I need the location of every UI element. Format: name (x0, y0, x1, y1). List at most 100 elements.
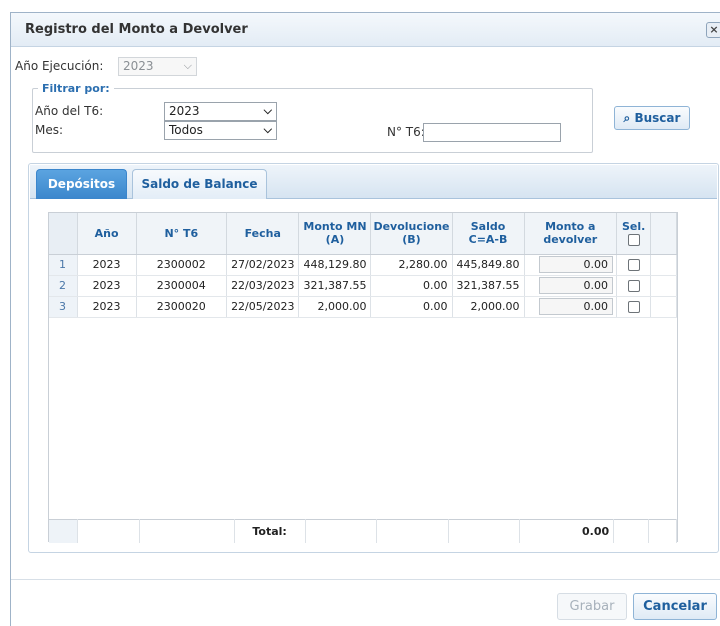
sel-title: Sel. (621, 220, 646, 234)
cell-nro-t6: 2300020 (136, 296, 228, 318)
total-value: 0.00 (519, 519, 615, 543)
row-number: 1 (49, 254, 78, 276)
summary-saldo (448, 519, 521, 543)
table-row[interactable]: 2 2023 2300004 22/03/2023 321,387.55 0.0… (49, 275, 677, 297)
cell-monto-mn: 448,129.80 (298, 254, 372, 276)
nro-t6-label: N° T6: (387, 125, 425, 139)
cell-anio: 2023 (77, 254, 137, 276)
summary-rownum (49, 519, 79, 543)
chevron-down-icon: ⌵ (263, 104, 272, 117)
col-monto-devolver-header[interactable]: Monto a devolver (524, 213, 618, 255)
cell-monto-devolver: 0.00 (524, 275, 618, 297)
select-all-checkbox[interactable] (627, 234, 640, 247)
devoluciones-sub: (B) (402, 233, 421, 247)
monto-mn-sub: (A) (325, 233, 345, 247)
cell-devoluciones: 0.00 (370, 296, 453, 318)
rownum-header (49, 213, 78, 255)
buscar-button[interactable]: ⌕ Buscar (614, 106, 690, 130)
anio-t6-select[interactable]: 2023 ⌵ (164, 102, 277, 121)
table-row[interactable]: 1 2023 2300002 27/02/2023 448,129.80 2,2… (49, 254, 677, 276)
anio-ejecucion-select: 2023 ⌵ (118, 57, 197, 76)
cell-sel (616, 254, 652, 276)
col-filler-header (650, 213, 677, 255)
mes-label: Mes: (35, 123, 64, 137)
mes-select[interactable]: Todos ⌵ (164, 121, 277, 140)
monto-devolver-input[interactable]: 0.00 (539, 277, 614, 294)
summary-nro-t6 (139, 519, 235, 543)
anio-ejecucion-value: 2023 (123, 59, 154, 73)
anio-t6-label: Año del T6: (35, 104, 104, 118)
summary-monto-mn (305, 519, 378, 543)
table-row[interactable]: 3 2023 2300020 22/05/2023 2,000.00 0.00 … (49, 296, 677, 318)
row-select-checkbox[interactable] (627, 280, 640, 292)
filter-group (32, 88, 593, 153)
cell-filler (650, 296, 677, 318)
monto-devolver-input[interactable]: 0.00 (539, 256, 614, 273)
row-select-checkbox[interactable] (627, 259, 640, 271)
row-number: 2 (49, 275, 78, 297)
cell-anio: 2023 (77, 275, 137, 297)
close-icon[interactable]: × (706, 22, 720, 38)
cell-filler (650, 254, 677, 276)
cell-nro-t6: 2300004 (136, 275, 228, 297)
monto-mn-title: Monto MN (303, 220, 367, 234)
col-anio-header[interactable]: Año (77, 213, 137, 255)
col-fecha-header[interactable]: Fecha (226, 213, 300, 255)
cell-saldo: 2,000.00 (452, 296, 525, 318)
cell-sel (616, 275, 652, 297)
cell-monto-mn: 321,387.55 (298, 275, 372, 297)
cell-fecha: 27/02/2023 (226, 254, 300, 276)
cell-sel (616, 296, 652, 318)
devoluciones-title: Devolucione (373, 220, 450, 234)
mes-value: Todos (169, 123, 203, 137)
summary-anio (77, 519, 141, 543)
grabar-button[interactable]: Grabar (557, 593, 627, 620)
tab-depositos[interactable]: Depósitos (36, 169, 127, 199)
cell-anio: 2023 (77, 296, 137, 318)
cell-devoluciones: 2,280.00 (370, 254, 453, 276)
cell-filler (650, 275, 677, 297)
nro-t6-input[interactable] (423, 123, 561, 142)
row-select-checkbox[interactable] (627, 301, 640, 313)
monto-devolver-sub: devolver (543, 233, 598, 247)
saldo-sub: C=A-B (468, 233, 508, 247)
anio-t6-value: 2023 (169, 104, 200, 118)
saldo-title: Saldo (470, 220, 506, 234)
cancelar-button[interactable]: Cancelar (633, 593, 717, 620)
cell-monto-mn: 2,000.00 (298, 296, 372, 318)
monto-devolver-title: Monto a (545, 220, 596, 234)
cell-saldo: 445,849.80 (452, 254, 525, 276)
footer-divider (11, 579, 720, 580)
summary-sel (613, 519, 650, 543)
col-devoluciones-header[interactable]: Devolucione (B) (370, 213, 453, 255)
cell-fecha: 22/03/2023 (226, 275, 300, 297)
chevron-down-icon: ⌵ (263, 123, 272, 136)
registro-dialog: Registro del Monto a Devolver × Año Ejec… (10, 12, 720, 626)
tab-saldo-balance[interactable]: Saldo de Balance (132, 169, 267, 199)
row-number: 3 (49, 296, 78, 318)
cell-fecha: 22/05/2023 (226, 296, 300, 318)
total-label: Total: (234, 519, 306, 543)
cell-saldo: 321,387.55 (452, 275, 525, 297)
grid-summary-row: Total: 0.00 (49, 519, 677, 543)
col-saldo-header[interactable]: Saldo C=A-B (452, 213, 525, 255)
filter-legend: Filtrar por: (38, 82, 114, 95)
col-nro-t6-header[interactable]: N° T6 (136, 213, 228, 255)
cell-devoluciones: 0.00 (370, 275, 453, 297)
chevron-down-icon: ⌵ (183, 59, 192, 72)
cell-nro-t6: 2300002 (136, 254, 228, 276)
monto-devolver-input[interactable]: 0.00 (539, 298, 614, 315)
dialog-title: Registro del Monto a Devolver (25, 22, 248, 37)
grid-header-row: Año N° T6 Fecha Monto MN (A) Devolucione… (49, 213, 677, 255)
anio-ejecucion-label: Año Ejecución: (15, 59, 104, 73)
summary-filler (648, 519, 677, 543)
col-monto-mn-header[interactable]: Monto MN (A) (298, 213, 372, 255)
depositos-grid: Año N° T6 Fecha Monto MN (A) Devolucione… (48, 212, 678, 543)
search-icon: ⌕ (623, 111, 631, 125)
dialog-title-bar[interactable]: Registro del Monto a Devolver × (11, 13, 720, 47)
buscar-label: Buscar (634, 111, 681, 125)
summary-devoluciones (376, 519, 449, 543)
depositos-table: Año N° T6 Fecha Monto MN (A) Devolucione… (49, 213, 677, 318)
col-sel-header: Sel. (616, 213, 652, 255)
tab-strip: Depósitos Saldo de Balance (30, 165, 717, 199)
